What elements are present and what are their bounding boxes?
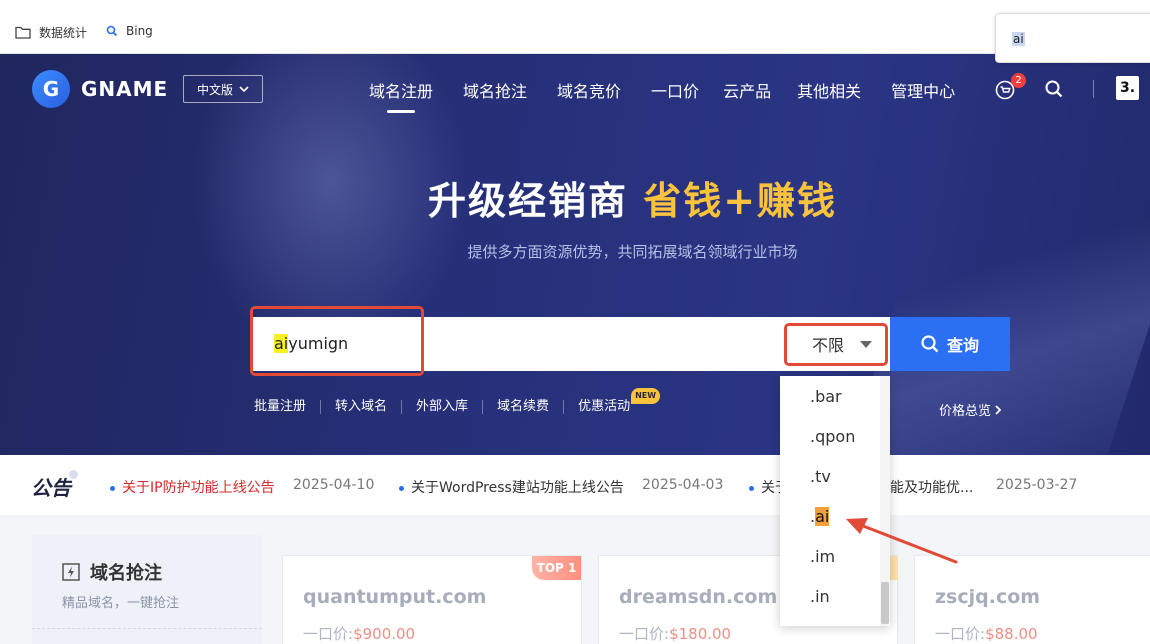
main-nav: 域名注册 域名抢注 域名竞价 一口价 云产品 其他相关 管理中心 <box>369 78 985 113</box>
annotation-box-query <box>250 306 424 376</box>
snap-subtitle: 精品域名，一键抢注 <box>62 596 180 611</box>
notice-dot-icon <box>69 470 78 479</box>
search-button-label: 查询 <box>946 336 979 355</box>
notice-item[interactable]: 关于IP防护功能上线公告 <box>110 477 275 497</box>
tld-option[interactable]: .qpon <box>810 427 855 446</box>
tld-option-ai[interactable]: .ai <box>810 507 830 526</box>
bookmark-data-stats[interactable]: 数据统计 <box>15 24 87 41</box>
lightning-icon <box>62 563 80 581</box>
notice-text-tail: 能及功能优... <box>890 480 974 496</box>
quick-link-label: 优惠活动 <box>578 399 631 414</box>
domain-price: 一口价:$900.00 <box>303 623 415 644</box>
top1-badge: TOP 1 <box>532 556 581 580</box>
nav-fixed-price[interactable]: 一口价 <box>651 78 699 102</box>
user-menu[interactable]: 3. <box>1116 76 1139 100</box>
bookmark-label: 数据统计 <box>39 26 88 40</box>
hero-subtitle: 提供多方面资源优势，共同拓展域名领域行业市场 <box>467 243 798 261</box>
domain-name: quantumput.com <box>303 586 487 608</box>
folder-icon <box>15 26 31 39</box>
bookmark-label: Bing <box>126 24 153 38</box>
bullet-icon <box>749 485 754 491</box>
notice-text: 关于WordPress建站功能上线公告 <box>411 480 624 496</box>
tld-dropdown-list[interactable]: .bar .qpon .tv .ai .im .in <box>780 376 890 626</box>
snap-title-label: 域名抢注 <box>90 563 162 584</box>
tld-option[interactable]: .im <box>810 547 835 566</box>
search-icon <box>106 25 118 37</box>
nav-domain-auction[interactable]: 域名竞价 <box>557 78 621 102</box>
price-overview-link[interactable]: 价格总览 <box>939 400 1002 419</box>
domain-card[interactable]: zscjq.com 一口价:$88.00 <box>914 555 1150 644</box>
chevron-down-icon <box>239 85 249 92</box>
scrollbar-thumb[interactable] <box>881 582 889 624</box>
nav-console[interactable]: 管理中心 <box>891 78 955 102</box>
card-corner-tag <box>890 556 898 580</box>
hero-banner: G GNAME 中文版 域名注册 域名抢注 域名竞价 一口价 云产品 其他相关 … <box>0 54 1150 455</box>
notice-date: 2025-03-27 <box>996 477 1078 493</box>
price-value: $88.00 <box>985 625 1038 643</box>
quick-link-bulk-register[interactable]: 批量注册 <box>254 400 322 414</box>
hero-headline: 升级经销商 省钱+赚钱 <box>0 170 1150 225</box>
snap-title: 域名抢注 <box>62 559 162 585</box>
notice-date: 2025-04-10 <box>293 477 375 493</box>
dropdown-scrollbar[interactable] <box>880 376 890 626</box>
price-label: 一口价: <box>303 625 354 643</box>
quick-link-renew[interactable]: 域名续费 <box>483 400 565 414</box>
logo-text: GNAME <box>81 77 169 101</box>
bookmark-bing[interactable]: Bing <box>106 24 153 38</box>
price-label: 一口价: <box>619 625 670 643</box>
notice-item[interactable]: 关于WordPress建站功能上线公告 <box>399 477 624 497</box>
search-icon <box>921 335 939 353</box>
domain-name: zscjq.com <box>935 586 1041 608</box>
tld-option[interactable]: .tv <box>810 467 831 486</box>
quick-link-transfer[interactable]: 转入域名 <box>321 400 403 414</box>
site-logo[interactable]: G GNAME <box>32 70 168 108</box>
nav-domain-snap[interactable]: 域名抢注 <box>463 78 527 102</box>
language-label: 中文版 <box>196 82 233 97</box>
domain-card[interactable]: TOP 1 quantumput.com 一口价:$900.00 <box>282 555 582 644</box>
notice-text: 关于IP防护功能上线公告 <box>122 480 275 496</box>
tld-option[interactable]: .bar <box>810 387 842 406</box>
nav-domain-register[interactable]: 域名注册 <box>369 78 433 113</box>
notice-date: 2025-04-03 <box>642 477 724 493</box>
annotation-box-tld <box>784 323 888 366</box>
snap-divider <box>32 628 262 629</box>
price-label: 一口价: <box>935 625 986 643</box>
logo-g-icon: G <box>32 70 70 108</box>
price-overview-label: 价格总览 <box>939 404 992 419</box>
cart-count-badge: 2 <box>1011 73 1026 88</box>
bookmarks-bar: 数据统计 Bing <box>0 0 1150 54</box>
tld-option[interactable]: .in <box>810 587 830 606</box>
headline-highlight: 省钱+赚钱 <box>643 179 838 223</box>
domain-price: 一口价:$180.00 <box>619 623 731 644</box>
find-in-page-box[interactable]: ai <box>995 13 1150 63</box>
find-input-text: ai <box>1012 32 1025 46</box>
language-select[interactable]: 中文版 <box>183 75 263 103</box>
header-divider <box>1093 80 1094 98</box>
price-value: $900.00 <box>353 625 416 643</box>
domain-name: dreamsdn.com <box>619 586 778 608</box>
quick-link-external[interactable]: 外部入库 <box>402 400 484 414</box>
nav-other[interactable]: 其他相关 <box>797 78 861 102</box>
headline-main: 升级经销商 <box>427 179 644 223</box>
quick-link-promotions[interactable]: 优惠活动 NEW <box>564 388 661 414</box>
nav-cloud-products[interactable]: 云产品 <box>723 78 771 102</box>
bullet-icon <box>399 485 404 491</box>
bullet-icon <box>110 485 115 491</box>
find-highlight: ai <box>815 507 830 526</box>
search-icon[interactable] <box>1045 80 1063 98</box>
snap-section-card: 域名抢注 精品域名，一键抢注 <box>32 535 262 644</box>
new-badge: NEW <box>631 388 661 404</box>
price-value: $180.00 <box>669 625 732 643</box>
quick-links: 批量注册 转入域名 外部入库 域名续费 优惠活动 NEW <box>254 388 661 414</box>
notice-bar: 公告 关于IP防护功能上线公告 2025-04-10 关于WordPress建站… <box>0 455 1150 515</box>
chevron-right-icon <box>995 405 1002 415</box>
search-button[interactable]: 查询 <box>890 317 1010 371</box>
notice-title: 公告 <box>31 476 71 500</box>
domain-price: 一口价:$88.00 <box>935 623 1038 644</box>
